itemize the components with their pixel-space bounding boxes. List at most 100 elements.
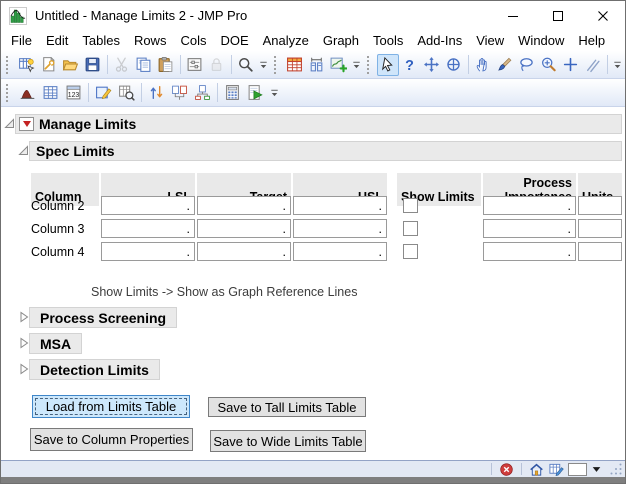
menu-analyze[interactable]: Analyze xyxy=(256,31,316,50)
toolbar-graph-builder-button[interactable] xyxy=(328,54,350,76)
toolbar-annotate-tool-button[interactable] xyxy=(582,54,604,76)
section-process-screening[interactable]: Process Screening xyxy=(29,307,177,328)
show-limits-checkbox-row-1[interactable] xyxy=(403,198,418,213)
toolbar-preferences-button[interactable] xyxy=(184,54,206,76)
toolbar-column-info-button[interactable] xyxy=(306,54,328,76)
toolbar-annotate-box-button[interactable] xyxy=(92,82,115,104)
units-field-row-1[interactable] xyxy=(578,196,622,215)
toolbar-search-button[interactable] xyxy=(235,54,257,76)
maximize-button[interactable] xyxy=(535,1,580,30)
target-field-row-1[interactable]: . xyxy=(197,196,291,215)
lsl-field-row-1[interactable]: . xyxy=(101,196,195,215)
toolbar-join-tables-button[interactable] xyxy=(168,82,191,104)
toolbar-new-application-button[interactable] xyxy=(38,54,60,76)
spec-limits-disclosure-icon[interactable] xyxy=(18,145,29,157)
formula-editor-icon xyxy=(224,84,241,101)
toolbar-cut-button[interactable] xyxy=(111,54,133,76)
menu-window[interactable]: Window xyxy=(511,31,571,50)
toolbar-magnifier-tool-button[interactable] xyxy=(538,54,560,76)
toolbar-run-script-button[interactable] xyxy=(244,82,267,104)
detection-limits-title: Detection Limits xyxy=(40,362,149,378)
usl-field-row-2[interactable]: . xyxy=(293,219,387,238)
toolbar-save-button[interactable] xyxy=(82,54,104,76)
toolbar-lasso-tool-button[interactable] xyxy=(516,54,538,76)
minimize-button[interactable] xyxy=(490,1,535,30)
menu-doe[interactable]: DOE xyxy=(213,31,255,50)
menu-cols[interactable]: Cols xyxy=(173,31,213,50)
menu-edit[interactable]: Edit xyxy=(39,31,75,50)
manage-limits-disclosure-icon[interactable] xyxy=(4,118,15,130)
toolbar-data-table-button[interactable] xyxy=(284,54,306,76)
toolbar-grip[interactable] xyxy=(274,56,280,74)
toolbar-sort-button[interactable] xyxy=(145,82,168,104)
toolbar-arrow-tool-button[interactable] xyxy=(377,54,399,76)
toolbar-overflow-button[interactable] xyxy=(258,54,270,76)
toolbar-paste-button[interactable] xyxy=(155,54,177,76)
toolbar-overflow-button[interactable] xyxy=(612,54,624,76)
toolbar-grabber-tool-button[interactable] xyxy=(472,54,494,76)
show-limits-checkbox-row-2[interactable] xyxy=(403,221,418,236)
toolbar-table-grid-button[interactable] xyxy=(39,82,62,104)
target-field-row-2[interactable]: . xyxy=(197,219,291,238)
toolbar-open-button[interactable] xyxy=(60,54,82,76)
toolbar-distribution-button[interactable] xyxy=(16,82,39,104)
toolbar-overflow-button[interactable] xyxy=(351,54,363,76)
toolbar-help-tool-button[interactable]: ? xyxy=(399,54,421,76)
table-edit-icon[interactable] xyxy=(548,462,564,477)
spec-limits-title: Spec Limits xyxy=(36,143,115,159)
color-swatch[interactable] xyxy=(568,463,587,476)
toolbar-split-tables-button[interactable] xyxy=(191,82,214,104)
units-field-row-2[interactable] xyxy=(578,219,622,238)
window-dropdown-icon[interactable] xyxy=(591,462,602,477)
toolbar-grip[interactable] xyxy=(367,56,373,74)
toolbar-crosshair-tool-button[interactable] xyxy=(560,54,582,76)
menu-help[interactable]: Help xyxy=(571,31,612,50)
row-spacer xyxy=(389,242,395,261)
save-to-tall-limits-table-button[interactable]: Save to Tall Limits Table xyxy=(208,397,366,417)
save-to-wide-limits-table-button[interactable]: Save to Wide Limits Table xyxy=(210,430,366,452)
save-to-column-properties-button[interactable]: Save to Column Properties xyxy=(30,428,193,451)
menu-view[interactable]: View xyxy=(469,31,511,50)
usl-field-row-1[interactable]: . xyxy=(293,196,387,215)
toolbar-grip[interactable] xyxy=(6,84,12,102)
row-label-2: Column 3 xyxy=(31,219,99,238)
show-limits-checkbox-row-3[interactable] xyxy=(403,244,418,259)
toolbar-new-data-table-button[interactable] xyxy=(16,54,38,76)
process-importance-field-row-1[interactable]: . xyxy=(483,196,576,215)
process-screening-disclosure-icon[interactable] xyxy=(18,311,29,323)
menu-rows[interactable]: Rows xyxy=(127,31,174,50)
usl-field-row-3[interactable]: . xyxy=(293,242,387,261)
section-msa[interactable]: MSA xyxy=(29,333,82,354)
detection-limits-disclosure-icon[interactable] xyxy=(18,363,29,375)
toolbar-overflow-button[interactable] xyxy=(268,82,281,104)
toolbar-brush-tool-button[interactable] xyxy=(494,54,516,76)
menu-add-ins[interactable]: Add-Ins xyxy=(410,31,469,50)
menu-tools[interactable]: Tools xyxy=(366,31,410,50)
close-button[interactable] xyxy=(580,1,625,30)
menu-tables[interactable]: Tables xyxy=(75,31,127,50)
red-triangle-menu-button[interactable] xyxy=(19,117,34,131)
units-field-row-3[interactable] xyxy=(578,242,622,261)
menu-graph[interactable]: Graph xyxy=(316,31,366,50)
load-from-limits-table-button[interactable]: Load from Limits Table xyxy=(32,395,190,418)
resize-grip-icon[interactable] xyxy=(610,462,622,477)
lsl-field-row-3[interactable]: . xyxy=(101,242,195,261)
process-importance-field-row-3[interactable]: . xyxy=(483,242,576,261)
toolbar-formula-editor-button[interactable] xyxy=(221,82,244,104)
toolbar-table-123-button[interactable]: 123 xyxy=(62,82,85,104)
target-field-row-3[interactable]: . xyxy=(197,242,291,261)
process-importance-field-row-2[interactable]: . xyxy=(483,219,576,238)
toolbar-selection-tool-button[interactable] xyxy=(443,54,465,76)
section-detection-limits[interactable]: Detection Limits xyxy=(29,359,160,380)
toolbar-copy-button[interactable] xyxy=(133,54,155,76)
toolbar-lock-button[interactable] xyxy=(206,54,228,76)
show-limits-cell-row-2 xyxy=(397,219,481,238)
menu-file[interactable]: File xyxy=(4,31,39,50)
error-log-icon[interactable] xyxy=(499,462,514,477)
lsl-field-row-2[interactable]: . xyxy=(101,219,195,238)
toolbar-move-tool-button[interactable] xyxy=(421,54,443,76)
toolbar-table-preview-button[interactable] xyxy=(115,82,138,104)
toolbar-grip[interactable] xyxy=(6,56,12,74)
msa-disclosure-icon[interactable] xyxy=(18,337,29,349)
home-icon[interactable] xyxy=(529,462,544,477)
